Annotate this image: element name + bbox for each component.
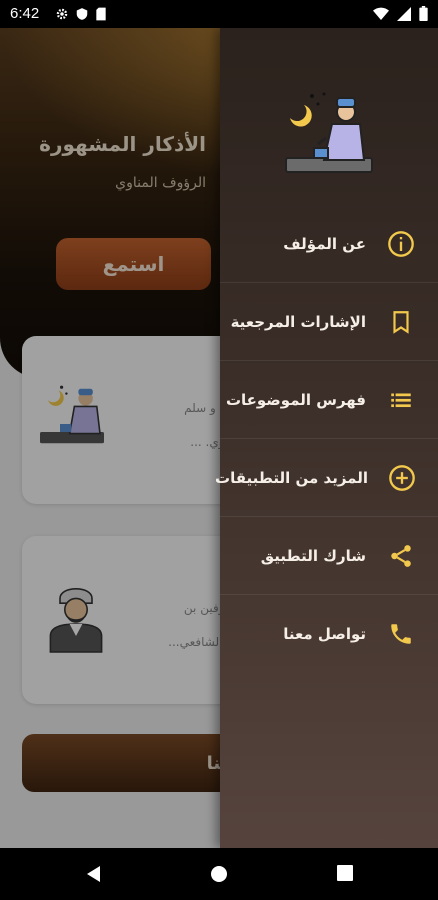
menu-item-label: الإشارات المرجعية — [230, 312, 366, 331]
bookmark-icon — [386, 307, 416, 337]
menu-item-more-apps[interactable]: المزيد من التطبيقات — [215, 438, 438, 516]
drawer-header — [220, 28, 438, 198]
wifi-icon — [373, 6, 389, 25]
status-time: 6:42 — [10, 5, 40, 22]
drawer-menu: عن المؤلف الإشارات المرجعية فهرس الموضوع… — [215, 205, 438, 672]
menu-item-label: شارك التطبيق — [260, 546, 366, 565]
battery-icon — [419, 6, 428, 25]
share-icon — [386, 541, 416, 571]
menu-item-label: فهرس الموضوعات — [225, 390, 366, 409]
back-icon[interactable] — [84, 864, 104, 888]
praying-man-icon — [285, 92, 373, 173]
add-circle-icon — [388, 463, 416, 493]
system-nav-bar — [0, 848, 438, 900]
status-bar: 6:42 — [0, 0, 438, 28]
recents-icon[interactable] — [336, 864, 354, 886]
menu-item-index[interactable]: فهرس الموضوعات — [220, 360, 438, 438]
sd-card-icon — [95, 6, 107, 25]
menu-item-about-author[interactable]: عن المؤلف — [220, 205, 438, 282]
phone-icon — [386, 619, 416, 649]
menu-item-label: المزيد من التطبيقات — [215, 468, 368, 487]
home-icon[interactable] — [209, 864, 229, 888]
menu-item-contact-us[interactable]: تواصل معنا — [220, 594, 438, 672]
info-icon — [386, 229, 416, 259]
navigation-drawer: عن المؤلف الإشارات المرجعية فهرس الموضوع… — [215, 28, 438, 848]
menu-item-label: تواصل معنا — [283, 624, 366, 643]
list-icon — [386, 385, 416, 415]
menu-item-label: عن المؤلف — [283, 234, 366, 253]
signal-icon — [397, 6, 411, 25]
gear-icon — [55, 6, 69, 25]
menu-item-share-app[interactable]: شارك التطبيق — [220, 516, 438, 594]
shield-icon — [75, 6, 89, 25]
menu-item-bookmarks[interactable]: الإشارات المرجعية — [220, 282, 438, 360]
